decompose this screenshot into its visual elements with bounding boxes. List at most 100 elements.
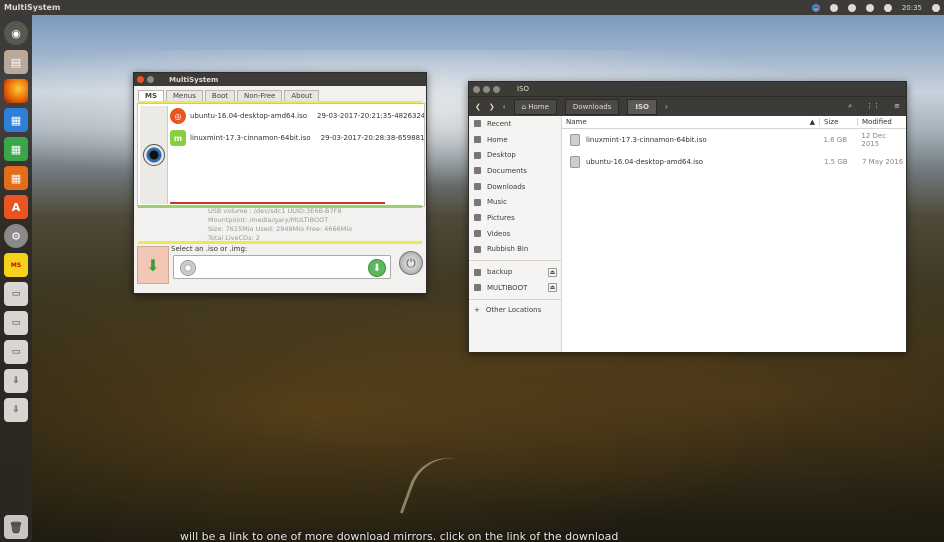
column-size[interactable]: Size	[820, 118, 858, 126]
mail-icon[interactable]	[829, 3, 838, 12]
sidebar-item-pictures[interactable]: Pictures	[469, 210, 561, 226]
dash-home-icon[interactable]: ◉	[4, 21, 28, 45]
breadcrumb-home[interactable]: ⌂ Home	[513, 98, 557, 115]
sidebar-item-label: Pictures	[487, 213, 515, 222]
path-left-icon[interactable]: ‹	[503, 103, 506, 111]
writer-icon[interactable]: ▦	[4, 108, 28, 132]
breadcrumb-iso[interactable]: ISO	[627, 98, 657, 115]
usb-info: USB volume : /dev/sdc1 UUID:3E6B-B7F8 Mo…	[208, 207, 352, 243]
drive-icon[interactable]: ▭	[4, 311, 28, 335]
iso-drop-field[interactable]: ⬇	[173, 255, 391, 279]
calc-icon[interactable]: ▦	[4, 137, 28, 161]
sidebar-item-label: Downloads	[487, 182, 526, 191]
tab-menus[interactable]: Menus	[166, 90, 203, 101]
disc-image-icon	[570, 134, 580, 146]
sidebar-item-backup[interactable]: backup ⏏	[469, 264, 561, 280]
sidebar-item-desktop[interactable]: Desktop	[469, 147, 561, 163]
download-button[interactable]: ⬇	[137, 246, 169, 284]
eject-icon[interactable]: ⏏	[548, 283, 557, 293]
list-item[interactable]: ◎ ubuntu-16.04-desktop-amd64.iso 29-03-2…	[170, 106, 424, 126]
column-headers: Name ▲ Size Modified	[562, 116, 906, 129]
forward-icon[interactable]: ❯	[489, 103, 495, 111]
sidebar-item-label: backup	[487, 268, 513, 277]
power-button[interactable]: ⏻	[399, 251, 423, 275]
trash-icon	[474, 245, 481, 253]
tab-non-free[interactable]: Non-Free	[237, 90, 283, 101]
menu-icon[interactable]: ≡	[894, 102, 900, 111]
trash-icon[interactable]: 🗑	[4, 515, 28, 539]
close-icon[interactable]	[137, 76, 144, 83]
sidebar-item-label: Home	[487, 135, 508, 144]
sidebar-item-label: Other Locations	[485, 306, 542, 315]
network-icon[interactable]	[865, 3, 874, 12]
document-icon	[474, 167, 481, 175]
sidebar-item-videos[interactable]: Videos	[469, 226, 561, 242]
sidebar-item-rubbish-bin[interactable]: Rubbish Bin	[469, 242, 561, 258]
sidebar-item-other-locations[interactable]: + Other Locations	[469, 303, 561, 319]
firefox-icon[interactable]	[4, 79, 28, 103]
column-name[interactable]: Name ▲	[562, 118, 820, 126]
plus-icon: +	[474, 306, 480, 315]
usage-bar	[170, 202, 385, 204]
add-iso-button[interactable]: ⬇	[368, 259, 386, 277]
volume-icon[interactable]	[883, 3, 892, 12]
clock[interactable]: 20:35	[902, 4, 922, 12]
tab-about[interactable]: About	[284, 90, 320, 101]
minimize-icon[interactable]	[483, 85, 490, 93]
file-row[interactable]: ubuntu-16.04-desktop-amd64.iso 1.5 GB 7 …	[562, 151, 906, 173]
tab-boot[interactable]: Boot	[204, 90, 236, 101]
file-row[interactable]: linuxmint-17.3-cinnamon-64bit.iso 1.6 GB…	[562, 129, 906, 151]
multisystem-titlebar[interactable]: MultiSystem	[134, 73, 426, 86]
back-icon[interactable]: ❮	[475, 103, 481, 111]
active-app-title: MultiSystem	[4, 3, 61, 12]
file-name-cell: ubuntu-16.04-desktop-amd64.iso	[562, 156, 820, 168]
clock-icon	[474, 120, 481, 128]
search-icon[interactable]: ⌕	[848, 102, 852, 111]
power-menu-icon[interactable]	[932, 3, 940, 12]
eye-icon[interactable]	[140, 106, 168, 204]
sidebar-item-home[interactable]: Home	[469, 132, 561, 148]
files-icon[interactable]: ▤	[4, 50, 28, 74]
multisystem-icon[interactable]: MS	[4, 253, 28, 277]
toolbar-actions: ⌕ ⋮⋮ ≡	[848, 102, 900, 111]
file-manager-titlebar[interactable]: ISO	[469, 82, 906, 96]
view-toggle-icon[interactable]: ⋮⋮	[866, 102, 880, 111]
breadcrumb-downloads[interactable]: Downloads	[564, 98, 620, 115]
places-sidebar: Recent Home Desktop Documents Downloads …	[469, 116, 562, 352]
usb-drive-icon[interactable]: ⇩	[4, 398, 28, 422]
tab-ms[interactable]: MS	[138, 90, 165, 101]
usb-drive-icon[interactable]: ⇩	[4, 369, 28, 393]
drive-icon[interactable]: ▭	[4, 340, 28, 364]
maximize-icon[interactable]	[493, 85, 500, 93]
sidebar-item-label: Rubbish Bin	[487, 245, 529, 254]
multisystem-tabs: MS Menus Boot Non-Free About	[134, 86, 426, 101]
list-item[interactable]: m linuxmint-17.3-cinnamon-64bit.iso 29-0…	[170, 128, 424, 148]
eject-icon[interactable]: ⏏	[548, 267, 557, 277]
keyboard-icon[interactable]	[847, 3, 856, 12]
close-icon[interactable]	[473, 85, 480, 93]
sort-up-icon: ▲	[809, 118, 815, 126]
desktop-icon	[474, 151, 481, 159]
file-size: 1.5 GB	[824, 158, 848, 166]
drive-icon	[474, 284, 481, 292]
impress-icon[interactable]: ▦	[4, 166, 28, 190]
software-center-icon[interactable]: A	[4, 195, 28, 219]
sidebar-item-documents[interactable]: Documents	[469, 163, 561, 179]
livecd-list[interactable]: ◎ ubuntu-16.04-desktop-amd64.iso 29-03-2…	[137, 103, 425, 207]
sidebar-item-downloads[interactable]: Downloads	[469, 179, 561, 195]
usb-volume: USB volume : /dev/sdc1 UUID:3E6B-B7F8	[208, 207, 342, 215]
video-caption: will be a link to one of more download m…	[180, 530, 619, 542]
drive-icon[interactable]: ▭	[4, 282, 28, 306]
sidebar-item-recent[interactable]: Recent	[469, 116, 561, 132]
disc-image-icon	[570, 156, 580, 168]
system-settings-icon[interactable]: ⚙	[4, 224, 28, 248]
breadcrumb-home-label: Home	[528, 102, 549, 111]
column-modified[interactable]: Modified	[858, 118, 892, 126]
sidebar-item-multiboot[interactable]: MULTIBOOT ⏏	[469, 280, 561, 296]
sidebar-item-label: Music	[487, 198, 507, 207]
cd-icon	[180, 260, 196, 276]
sidebar-item-music[interactable]: Music	[469, 194, 561, 210]
chrome-icon[interactable]	[811, 3, 820, 12]
minimize-icon[interactable]	[147, 76, 154, 83]
path-right-icon[interactable]: ›	[665, 103, 668, 111]
